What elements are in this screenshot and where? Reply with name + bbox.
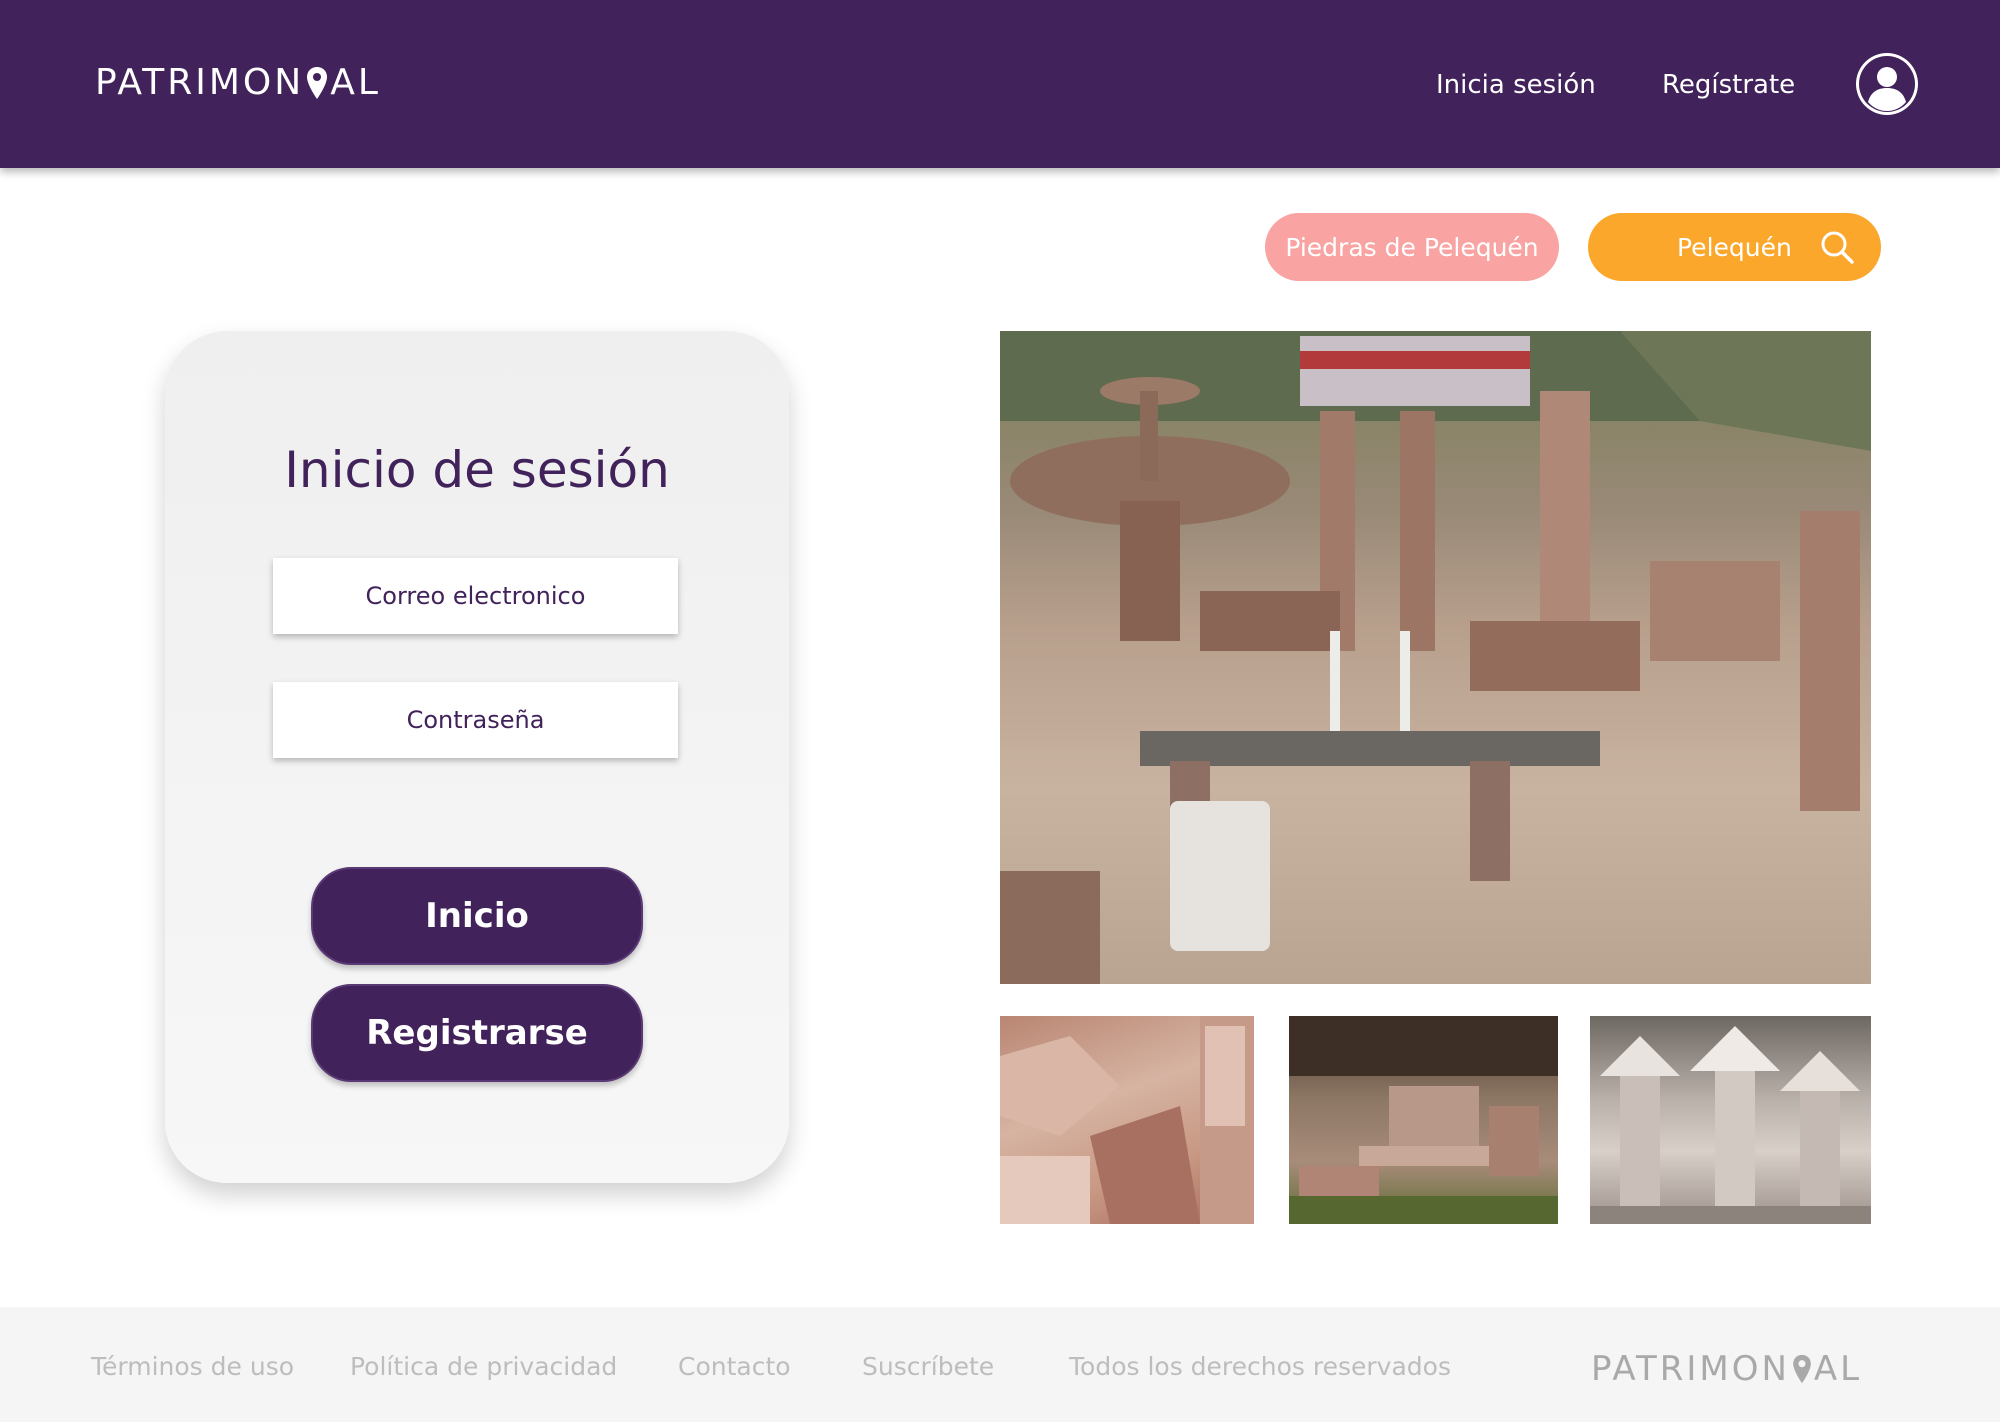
logo-text-end: AL <box>330 62 381 103</box>
footer-logo-text-end: AL <box>1813 1349 1863 1389</box>
location-pin-icon <box>1793 1354 1811 1384</box>
thumbnail-2-image <box>1289 1016 1558 1224</box>
footer-copyright: Todos los derechos reservados <box>1069 1352 1451 1381</box>
footer-logo-text-start: PATRIMON <box>1591 1349 1790 1389</box>
search-icon[interactable] <box>1819 229 1855 265</box>
location-pin-icon <box>307 66 328 99</box>
gallery-thumbnail-1[interactable] <box>1000 1016 1254 1224</box>
thumbnail-1-image <box>1000 1016 1254 1224</box>
top-nav-bar: PATRIMON AL Inicia sesión Regístrate <box>0 0 2000 168</box>
footer-link-privacy[interactable]: Política de privacidad <box>350 1352 617 1381</box>
footer-logo: PATRIMON AL <box>1591 1349 1862 1389</box>
password-field[interactable] <box>273 682 678 758</box>
footer-link-contact[interactable]: Contacto <box>678 1352 791 1381</box>
footer-link-terms[interactable]: Términos de uso <box>91 1352 294 1381</box>
email-field[interactable] <box>273 558 678 634</box>
search-tag-chip[interactable]: Piedras de Pelequén <box>1265 213 1559 281</box>
user-avatar-icon[interactable] <box>1856 53 1918 115</box>
footer-link-subscribe[interactable]: Suscríbete <box>862 1352 994 1381</box>
login-title: Inicio de sesión <box>284 441 670 499</box>
search-query-text: Pelequén <box>1677 233 1792 262</box>
login-button[interactable]: Inicio <box>311 867 643 965</box>
thumbnail-3-image <box>1590 1026 1871 1224</box>
stone-crafts-scene <box>1000 331 1871 984</box>
login-card: Inicio de sesión Inicio Registrarse <box>165 331 789 1183</box>
register-link[interactable]: Regístrate <box>1662 70 1795 100</box>
logo-text-start: PATRIMON <box>95 62 305 103</box>
login-link[interactable]: Inicia sesión <box>1436 70 1596 100</box>
gallery-thumbnail-3[interactable] <box>1590 1016 1871 1224</box>
footer: Términos de uso Política de privacidad C… <box>0 1307 2000 1422</box>
brand-logo[interactable]: PATRIMON AL <box>95 62 381 103</box>
search-bar[interactable]: Pelequén <box>1588 213 1881 281</box>
register-button[interactable]: Registrarse <box>311 984 643 1082</box>
gallery-thumbnail-2[interactable] <box>1289 1016 1558 1224</box>
main-gallery-photo[interactable] <box>1000 331 1871 984</box>
